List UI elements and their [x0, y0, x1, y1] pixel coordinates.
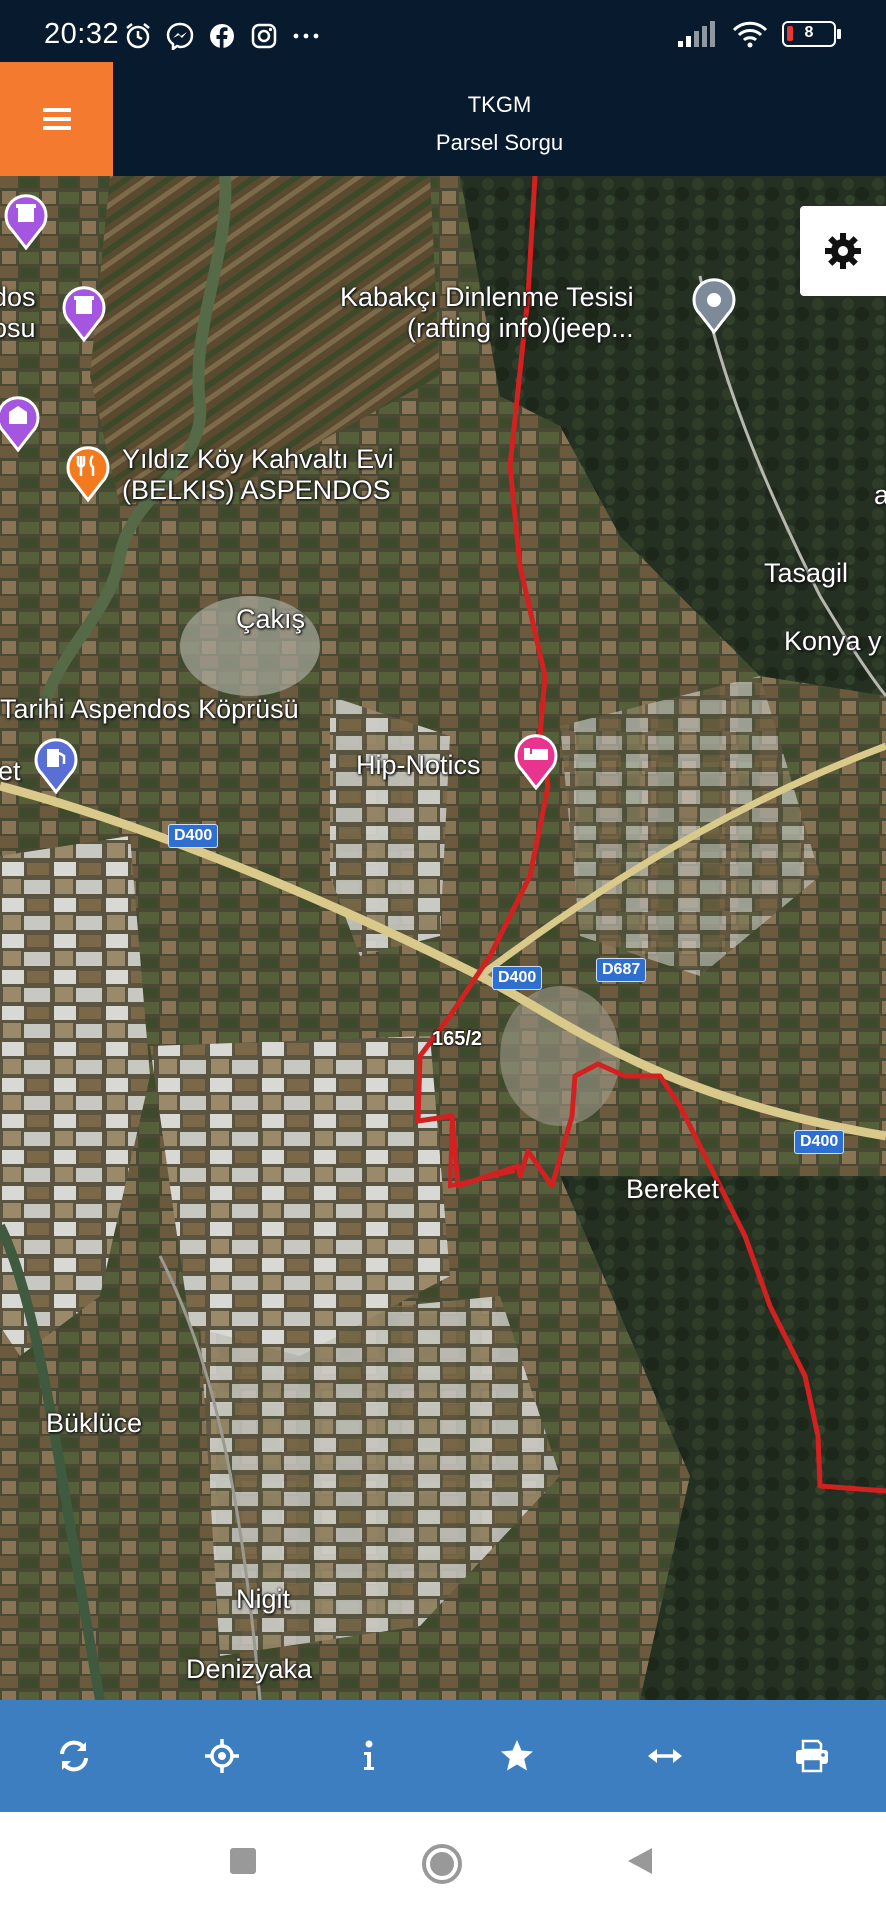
map-label-dos: dos osu: [0, 282, 36, 344]
signal-icon: [678, 21, 715, 47]
gear-icon: [825, 233, 861, 269]
print-icon: [796, 1739, 829, 1773]
map-label-a: a: [874, 480, 886, 510]
map-label-et: et: [0, 756, 21, 786]
map-toolbar: [0, 1700, 886, 1812]
notification-icons: [124, 22, 320, 50]
map-label-tasagil: Tasagil: [764, 558, 849, 588]
system-nav-bar: [0, 1812, 886, 1920]
map-label-konya: Konya y: [784, 626, 882, 656]
app-header: TKGM Parsel Sorgu: [0, 62, 886, 176]
map-label-kabakci: Kabakçı Dinlenme Tesisi (rafting info)(j…: [340, 282, 634, 344]
messenger-icon: [166, 22, 194, 50]
recents-icon[interactable]: [228, 1846, 258, 1876]
locate-button[interactable]: [148, 1700, 296, 1812]
parcel-number-label: 165/2: [432, 1028, 483, 1050]
info-icon: [364, 1740, 375, 1770]
star-icon: [500, 1740, 533, 1771]
status-right: 8: [678, 20, 841, 48]
map-settings-button[interactable]: [800, 206, 886, 296]
map-label-bereket: Bereket: [626, 1174, 720, 1204]
status-bar: 20:32 8: [0, 0, 886, 62]
battery-level: 8: [804, 24, 814, 41]
measure-button[interactable]: [591, 1700, 739, 1812]
status-time: 20:32: [44, 18, 120, 50]
instagram-icon: [251, 23, 277, 49]
gas-station-pin-icon[interactable]: [32, 736, 80, 794]
road-shield: D687: [596, 958, 647, 982]
map-label-denizyaka: Denizyaka: [186, 1654, 313, 1684]
info-button[interactable]: [295, 1700, 443, 1812]
hotel-pin-icon[interactable]: [512, 732, 560, 790]
map-imagery: [0, 176, 886, 1700]
refresh-button[interactable]: [0, 1700, 148, 1812]
hamburger-menu-icon: [42, 108, 71, 130]
battery-indicator: 8: [782, 21, 841, 47]
alarm-icon: [126, 23, 150, 49]
favorite-button[interactable]: [443, 1700, 591, 1812]
app-screen: 20:32 8 TKGM Parsel Sorgu Kabakçı Dinlen…: [0, 0, 886, 1920]
print-button[interactable]: [738, 1700, 886, 1812]
facebook-icon: [210, 24, 234, 49]
place-pin-icon[interactable]: [690, 276, 738, 334]
road-shield: D400: [794, 1130, 845, 1154]
menu-button[interactable]: [0, 62, 113, 176]
more-icon: [293, 33, 319, 39]
back-icon[interactable]: [624, 1846, 654, 1876]
road-shield: D400: [168, 824, 219, 848]
restaurant-pin-icon[interactable]: [64, 444, 112, 502]
wifi-icon: [732, 21, 768, 48]
map-label-cakis: Çakış: [236, 604, 306, 634]
landmark-pin-icon[interactable]: [2, 192, 50, 250]
map-label-yildiz: Yıldız Köy Kahvaltı Evi (BELKIS) ASPENDO…: [122, 444, 394, 506]
landmark-pin-icon[interactable]: [0, 394, 42, 452]
app-title: TKGM: [467, 92, 532, 117]
locate-icon: [204, 1739, 239, 1773]
map-label-tarihi: Tarihi Aspendos Köprüsü: [0, 694, 299, 724]
landmark-pin-icon[interactable]: [60, 284, 108, 342]
measure-icon: [647, 1749, 682, 1763]
refresh-icon: [59, 1740, 88, 1772]
map-label-buklüce: Büklüce: [46, 1408, 143, 1438]
map-label-hip: Hip-Notics: [356, 750, 481, 780]
road-shield: D400: [492, 966, 543, 990]
map-label-nigit: Nigit: [236, 1584, 291, 1614]
app-subtitle: Parsel Sorgu: [435, 130, 564, 155]
satellite-map[interactable]: Kabakçı Dinlenme Tesisi (rafting info)(j…: [0, 176, 886, 1700]
home-icon[interactable]: [420, 1842, 464, 1886]
